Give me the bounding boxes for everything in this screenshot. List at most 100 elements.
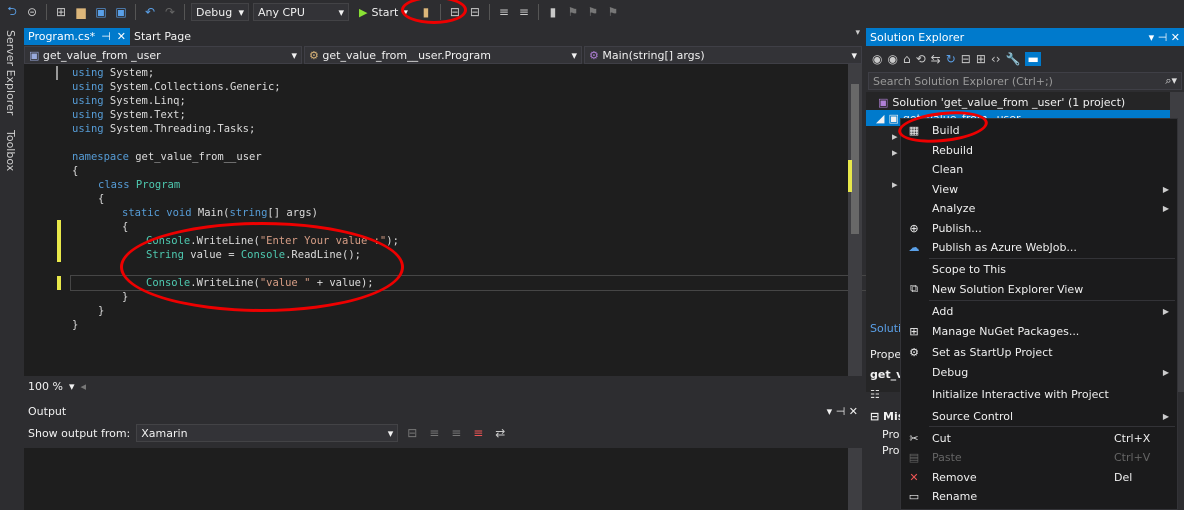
forward-icon[interactable]: ⊝ xyxy=(24,4,40,20)
expand-icon[interactable]: ▸ xyxy=(892,128,898,144)
menu-item-view[interactable]: View ▶ xyxy=(901,180,1177,198)
next-message-icon[interactable]: ≡ xyxy=(448,425,464,441)
tab-label: Start Page xyxy=(134,30,191,43)
solution-explorer-search[interactable]: Search Solution Explorer (Ctrl+;) ⌕▾ xyxy=(868,72,1182,90)
tree-item-solution[interactable]: ▣ Solution 'get_value_from _user' (1 pro… xyxy=(878,94,1125,110)
expand-icon[interactable]: ▸ xyxy=(892,144,898,160)
globe-icon: ⊕ xyxy=(909,221,919,235)
tab-program-cs[interactable]: Program.cs* ⊣ ✕ xyxy=(24,28,130,45)
prev-message-icon[interactable]: ≡ xyxy=(426,425,442,441)
output-text-area[interactable] xyxy=(24,448,848,510)
sync-icon[interactable]: ⇆ xyxy=(931,52,941,66)
pin-icon[interactable]: ⊣ xyxy=(101,30,111,43)
chevron-down-icon: ▾ xyxy=(387,426,394,440)
menu-item-new-se-view[interactable]: ⧉ New Solution Explorer View xyxy=(901,280,1177,298)
preview-icon[interactable]: ▬ xyxy=(1025,52,1041,66)
collapse-all-icon[interactable]: ⊟ xyxy=(961,52,971,66)
tab-overflow-icon[interactable]: ▾ xyxy=(855,28,862,45)
menu-item-debug[interactable]: Debug ▶ xyxy=(901,363,1177,381)
expand-icon[interactable]: ◢ xyxy=(876,112,884,125)
window-icon: ⧉ xyxy=(910,282,918,295)
collapse-marker[interactable] xyxy=(56,66,58,80)
properties-row: Pro xyxy=(882,428,900,441)
close-icon[interactable]: ✕ xyxy=(117,30,126,43)
clear-bookmark-icon[interactable]: ⚑ xyxy=(605,4,621,20)
back-icon[interactable]: ◉ xyxy=(872,52,882,66)
toolbar-separator xyxy=(135,4,136,20)
play-icon: ▶ xyxy=(359,5,368,19)
menu-item-initialize-interactive[interactable]: Initialize Interactive with Project xyxy=(901,385,1177,403)
home-icon[interactable]: ⌂ xyxy=(903,52,911,66)
redo-icon[interactable]: ↷ xyxy=(162,4,178,20)
code-editor[interactable]: using System; using System.Collections.G… xyxy=(24,64,870,376)
chevron-down-icon: ▾ xyxy=(851,48,857,62)
menu-item-rename[interactable]: ▭ Rename xyxy=(901,487,1177,505)
tree-item-label: Solution 'get_value_from _user' (1 proje… xyxy=(892,95,1126,109)
config-dropdown[interactable]: Debug ▾ xyxy=(191,3,249,21)
zoom-level[interactable]: 100 % xyxy=(28,380,63,393)
menu-item-publish[interactable]: ⊕ Publish... xyxy=(901,219,1177,237)
undo-icon[interactable]: ↶ xyxy=(142,4,158,20)
gear-icon: ⚙ xyxy=(909,345,919,359)
properties-view-icon[interactable]: ☷ xyxy=(870,388,880,401)
solution-icon: ▣ xyxy=(878,95,889,109)
scissors-icon: ✂ xyxy=(909,431,919,445)
properties-icon[interactable]: 🔧 xyxy=(1006,52,1021,66)
project-dropdown[interactable]: ▣ get_value_from _user ▾ xyxy=(24,46,302,64)
rename-icon: ▭ xyxy=(908,489,920,503)
expand-icon[interactable]: ▸ xyxy=(892,176,898,192)
forward-icon[interactable]: ◉ xyxy=(887,52,897,66)
format-icon[interactable]: ⊟ xyxy=(467,4,483,20)
show-all-files-icon[interactable]: ⊞ xyxy=(976,52,986,66)
search-icon[interactable]: ⌕▾ xyxy=(1165,74,1177,88)
toolbox-tab[interactable]: Toolbox xyxy=(4,130,17,171)
left-tool-strip: Server Explorer Toolbox xyxy=(0,26,20,510)
word-wrap-icon[interactable]: ⇄ xyxy=(492,425,508,441)
chevron-down-icon[interactable]: ▾ xyxy=(69,380,75,393)
editor-vertical-scrollbar[interactable] xyxy=(848,64,862,376)
output-source-dropdown[interactable]: Xamarin ▾ xyxy=(136,424,399,442)
history-icon[interactable]: ⟲ xyxy=(916,52,926,66)
output-scrollbar[interactable] xyxy=(848,448,862,510)
find-icon[interactable]: ⊟ xyxy=(404,425,420,441)
prev-bookmark-icon[interactable]: ⚑ xyxy=(565,4,581,20)
menu-item-source-control[interactable]: Source Control ▶ xyxy=(901,407,1177,425)
output-title: Output xyxy=(28,404,67,418)
uncomment-icon[interactable]: ≡ xyxy=(516,4,532,20)
clear-all-icon[interactable]: ≡ xyxy=(470,425,486,441)
scroll-thumb[interactable] xyxy=(851,84,859,234)
view-code-icon[interactable]: ‹› xyxy=(991,52,1001,66)
menu-item-add[interactable]: Add ▶ xyxy=(901,302,1177,320)
menu-item-manage-nuget[interactable]: ⊞ Manage NuGet Packages... xyxy=(901,322,1177,340)
chevron-down-icon: ▾ xyxy=(571,48,577,62)
save-all-icon[interactable]: ▣ xyxy=(113,4,129,20)
new-project-icon[interactable]: ⊞ xyxy=(53,4,69,20)
bookmark-icon[interactable]: ▮ xyxy=(545,4,561,20)
back-icon[interactable]: ⮌ xyxy=(4,4,20,20)
platform-dropdown[interactable]: Any CPU ▾ xyxy=(253,3,349,21)
next-bookmark-icon[interactable]: ⚑ xyxy=(585,4,601,20)
panel-controls[interactable]: ▾ ⊣ ✕ xyxy=(827,405,858,418)
member-dropdown[interactable]: ⚙ Main(string[] args) ▾ xyxy=(584,46,862,64)
x-icon: ✕ xyxy=(909,470,919,484)
menu-item-clean[interactable]: Clean xyxy=(901,160,1177,178)
menu-item-remove[interactable]: ✕ Remove Del xyxy=(901,468,1177,486)
menu-item-cut[interactable]: ✂ Cut Ctrl+X xyxy=(901,429,1177,447)
change-marker xyxy=(848,160,852,192)
refresh-icon[interactable]: ↻ xyxy=(946,52,956,66)
menu-item-scope-to-this[interactable]: Scope to This xyxy=(901,260,1177,278)
menu-item-rebuild[interactable]: Rebuild xyxy=(901,141,1177,159)
scroll-left-icon[interactable]: ◂ xyxy=(80,380,86,393)
save-icon[interactable]: ▣ xyxy=(93,4,109,20)
class-dropdown[interactable]: ⚙ get_value_from__user.Program ▾ xyxy=(304,46,582,64)
server-explorer-tab[interactable]: Server Explorer xyxy=(4,30,17,115)
menu-item-analyze[interactable]: Analyze ▶ xyxy=(901,199,1177,217)
tab-start-page[interactable]: Start Page xyxy=(130,28,195,45)
code-line: { xyxy=(122,221,129,233)
properties-object: get_v xyxy=(870,368,904,381)
menu-item-set-startup[interactable]: ⚙ Set as StartUp Project xyxy=(901,343,1177,361)
menu-item-publish-azure[interactable]: ☁ Publish as Azure WebJob... xyxy=(901,238,1177,256)
comment-icon[interactable]: ≡ xyxy=(496,4,512,20)
panel-controls[interactable]: ▾ ⊣ ✕ xyxy=(1149,31,1180,44)
open-file-icon[interactable]: ▆ xyxy=(73,4,89,20)
